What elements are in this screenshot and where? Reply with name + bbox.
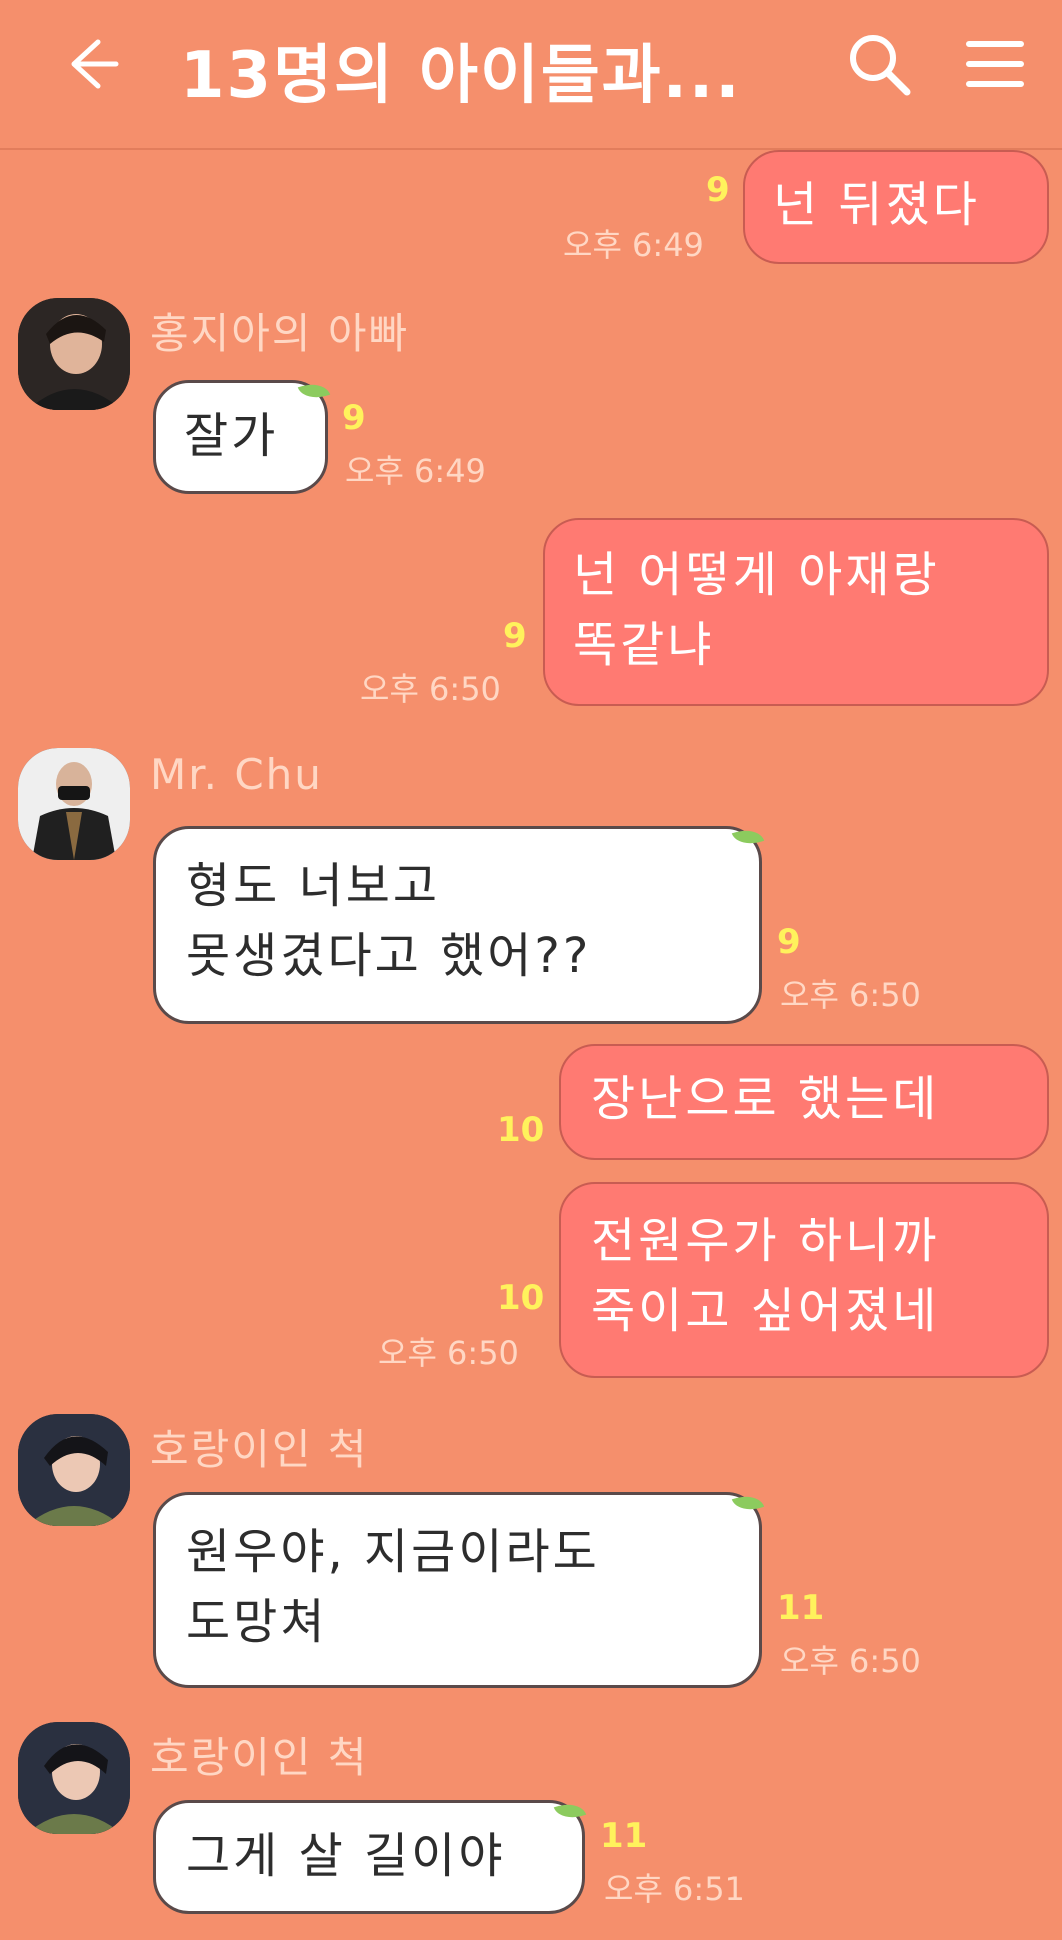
read-count: 9 xyxy=(706,170,730,210)
message-time: 오후 6:51 xyxy=(604,1870,745,1908)
arrow-left-icon[interactable] xyxy=(58,32,122,96)
message-time: 오후 6:50 xyxy=(378,1334,519,1372)
message-time: 오후 6:50 xyxy=(360,670,501,708)
message-text-line: 형도 너보고 xyxy=(186,858,441,914)
sender-name: 홍지아의 아빠 xyxy=(150,309,410,358)
avatar[interactable] xyxy=(18,748,130,860)
hamburger-menu-icon[interactable] xyxy=(965,34,1025,94)
avatar[interactable] xyxy=(18,1722,130,1834)
message-text-line: 도망쳐 xyxy=(186,1594,328,1650)
my-message-bubble[interactable]: 장난으로 했는데 xyxy=(559,1044,1049,1160)
message-list[interactable]: 넌 뒤졌다 9 오후 6:49 홍지아의 아빠 잘가 9 오후 6:49 넌 어… xyxy=(0,150,1062,1940)
my-message-bubble[interactable]: 넌 뒤졌다 xyxy=(743,150,1049,264)
message-time: 오후 6:50 xyxy=(780,1642,921,1680)
message-text-line: 죽이고 싶어졌네 xyxy=(591,1283,940,1339)
message-text-line: 똑같냐 xyxy=(573,617,715,673)
my-message-bubble[interactable]: 넌 어떻게 아재랑 똑같냐 xyxy=(543,518,1049,706)
search-icon[interactable] xyxy=(845,30,915,100)
read-count: 9 xyxy=(777,922,801,962)
message-text: 잘가 xyxy=(184,408,279,464)
message-time: 오후 6:49 xyxy=(563,226,704,264)
read-count: 10 xyxy=(497,1110,545,1150)
message-text: 그게 살 길이야 xyxy=(186,1828,506,1884)
read-count: 10 xyxy=(497,1278,545,1318)
sender-name: Mr. Chu xyxy=(150,750,323,799)
my-message-bubble[interactable]: 전원우가 하니까 죽이고 싶어졌네 xyxy=(559,1182,1049,1378)
read-count: 11 xyxy=(600,1816,648,1856)
chat-title: 13명의 아이들과... xyxy=(180,39,742,113)
avatar[interactable] xyxy=(18,1414,130,1526)
message-text-line: 전원우가 하니까 xyxy=(591,1213,940,1269)
other-message-bubble[interactable]: 형도 너보고 못생겼다고 했어?? xyxy=(153,826,762,1024)
avatar[interactable] xyxy=(18,298,130,410)
other-message-bubble[interactable]: 잘가 xyxy=(153,380,328,494)
other-message-bubble[interactable]: 원우야, 지금이라도 도망쳐 xyxy=(153,1492,762,1688)
read-count: 11 xyxy=(777,1588,825,1628)
read-count: 9 xyxy=(503,616,527,656)
message-text-line: 원우야, 지금이라도 xyxy=(186,1524,600,1580)
read-count: 9 xyxy=(342,398,366,438)
other-message-bubble[interactable]: 그게 살 길이야 xyxy=(153,1800,585,1914)
message-text-line: 못생겼다고 했어?? xyxy=(186,928,592,984)
message-time: 오후 6:49 xyxy=(345,452,486,490)
message-time: 오후 6:50 xyxy=(780,976,921,1014)
message-text-line: 넌 어떻게 아재랑 xyxy=(573,547,940,603)
message-text: 넌 뒤졌다 xyxy=(773,177,980,233)
message-text: 장난으로 했는데 xyxy=(591,1071,940,1127)
sender-name: 호랑이인 척 xyxy=(150,1425,369,1474)
chat-header: 13명의 아이들과... xyxy=(0,0,1062,150)
sender-name: 호랑이인 척 xyxy=(150,1733,369,1782)
